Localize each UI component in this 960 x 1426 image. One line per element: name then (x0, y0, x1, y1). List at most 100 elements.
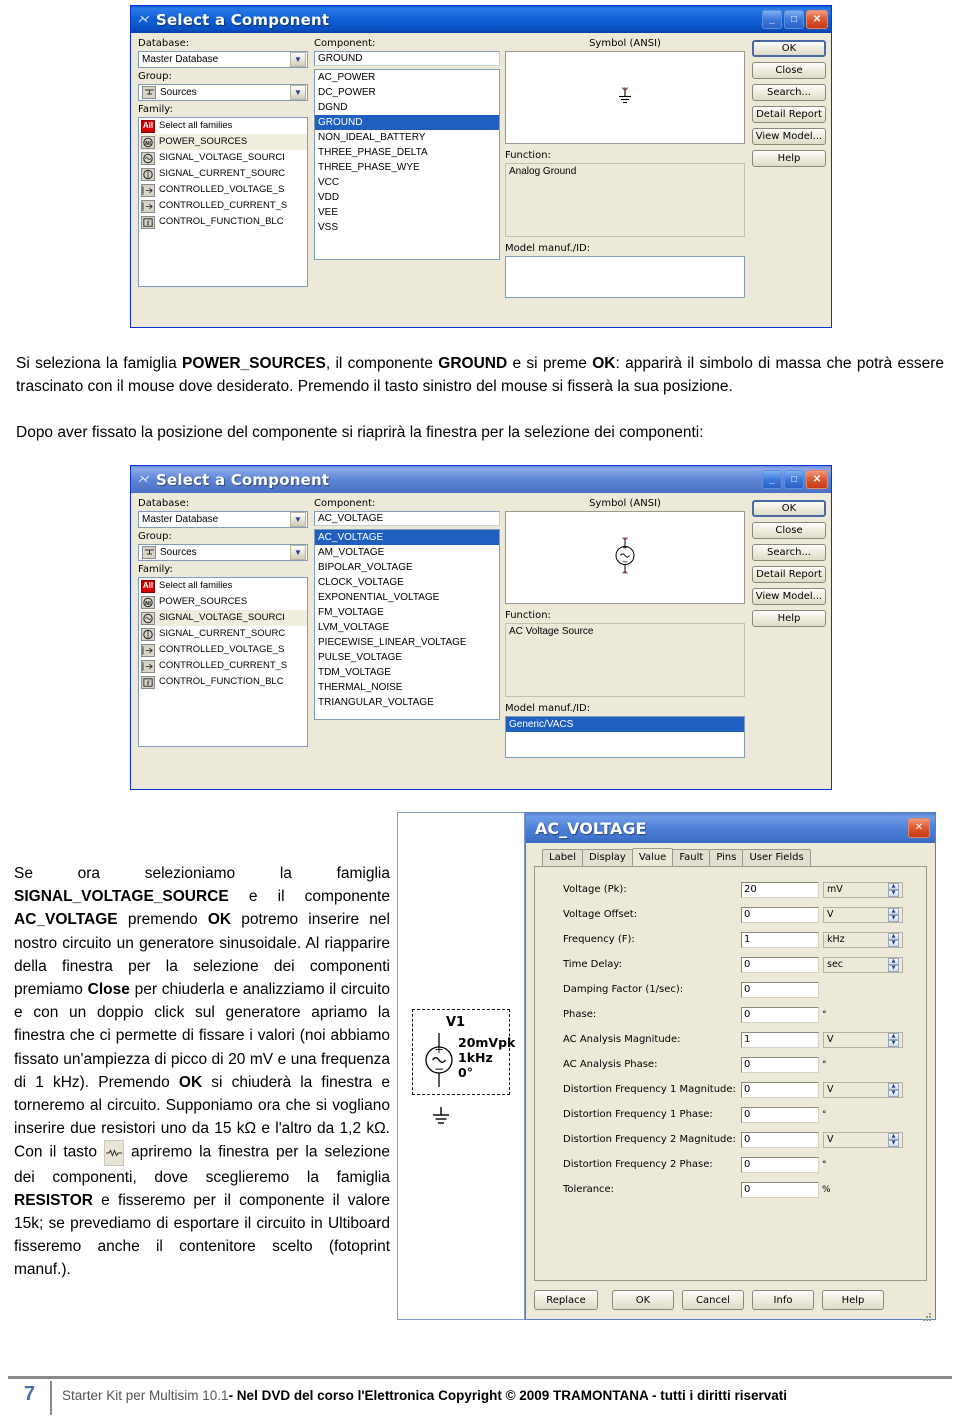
component-item[interactable]: VSS (315, 220, 499, 235)
spinner-control[interactable]: ▲ ▼ (888, 882, 899, 897)
dialog2-buttons[interactable]: OK Close Search... Detail Report View Model.… (752, 500, 826, 632)
family-item[interactable]: f CONTROL_FUNCTION_BLC (139, 214, 307, 230)
replace-button[interactable]: Replace (534, 1290, 598, 1310)
property-input[interactable]: 0 (741, 1181, 819, 1198)
component-item[interactable]: THREE_PHASE_WYE (315, 160, 499, 175)
family-item[interactable]: SIGNAL_VOLTAGE_SOURCI (139, 610, 307, 626)
component-item[interactable]: AC_VOLTAGE (315, 530, 499, 545)
chevron-down-icon[interactable]: ▼ (290, 545, 306, 560)
tab-display[interactable]: Display (581, 849, 633, 866)
chevron-up-icon[interactable]: ▲ (888, 1082, 899, 1090)
group-combo[interactable]: Sources ▼ (138, 544, 308, 561)
chevron-down-icon[interactable]: ▼ (888, 1139, 899, 1147)
chevron-down-icon[interactable]: ▼ (888, 914, 899, 922)
ground-symbol[interactable] (428, 1105, 454, 1132)
component-item[interactable]: VDD (315, 190, 499, 205)
group-combo[interactable]: Sources ▼ (138, 84, 308, 101)
family-item[interactable]: CONTROLLED_VOLTAGE_S (139, 182, 307, 198)
property-input[interactable]: 0 (741, 1156, 819, 1173)
property-input[interactable]: 20 (741, 881, 819, 898)
minimize-icon[interactable]: _ (762, 10, 782, 29)
property-input[interactable]: 0 (741, 1006, 819, 1023)
family-item[interactable]: CONTROLLED_CURRENT_S (139, 658, 307, 674)
chevron-down-icon[interactable]: ▼ (290, 512, 306, 527)
detail-report-button[interactable]: Detail Report (752, 566, 826, 583)
component-item[interactable]: EXPONENTIAL_VOLTAGE (315, 590, 499, 605)
dialog1-window-controls[interactable]: _ □ ✕ (762, 10, 828, 29)
tab-user-fields[interactable]: User Fields (742, 849, 811, 866)
family-item[interactable]: All Select all families (139, 578, 307, 594)
tab-fault[interactable]: Fault (672, 849, 711, 866)
property-unit-select[interactable]: mV ▲ ▼ (823, 881, 903, 898)
close-button[interactable]: Close (752, 522, 826, 539)
property-unit-select[interactable]: V ▲ ▼ (823, 1131, 903, 1148)
dialog1-buttons[interactable]: OK Close Search... Detail Report View Model.… (752, 40, 826, 172)
tab-value[interactable]: Value (631, 848, 674, 866)
chevron-down-icon[interactable]: ▼ (888, 939, 899, 947)
view-model-button[interactable]: View Model... (752, 128, 826, 145)
component-item[interactable]: DC_POWER (315, 85, 499, 100)
spinner-control[interactable]: ▲ ▼ (888, 907, 899, 922)
component-item[interactable]: PIECEWISE_LINEAR_VOLTAGE (315, 635, 499, 650)
dialog1-titlebar[interactable]: Select a Component _ □ ✕ (130, 5, 832, 33)
spinner-control[interactable]: ▲ ▼ (888, 1132, 899, 1147)
property-input[interactable]: 0 (741, 906, 819, 923)
property-input[interactable]: 1 (741, 1031, 819, 1048)
component-item[interactable]: LVM_VOLTAGE (315, 620, 499, 635)
chevron-down-icon[interactable]: ▼ (888, 889, 899, 897)
family-item[interactable]: SIGNAL_CURRENT_SOURC (139, 626, 307, 642)
view-model-button[interactable]: View Model... (752, 588, 826, 605)
spinner-control[interactable]: ▲ ▼ (888, 957, 899, 972)
family-listbox[interactable]: All Select all families NI POWER_SOURCES SIG… (138, 117, 308, 287)
close-icon[interactable]: ✕ (806, 10, 828, 29)
ok-button[interactable]: OK (612, 1290, 674, 1310)
property-unit-select[interactable]: kHz ▲ ▼ (823, 931, 903, 948)
property-input[interactable]: 0 (741, 956, 819, 973)
component-item[interactable]: GROUND (315, 115, 499, 130)
component-item[interactable]: VEE (315, 205, 499, 220)
database-combo[interactable]: Master Database ▼ (138, 51, 308, 68)
family-item[interactable]: SIGNAL_CURRENT_SOURC (139, 166, 307, 182)
info-button[interactable]: Info (752, 1290, 814, 1310)
maximize-icon[interactable]: □ (784, 10, 804, 29)
family-item[interactable]: SIGNAL_VOLTAGE_SOURCI (139, 150, 307, 166)
chevron-up-icon[interactable]: ▲ (888, 907, 899, 915)
model-value[interactable]: Generic/VACS (506, 717, 744, 732)
property-unit-select[interactable]: V ▲ ▼ (823, 1031, 903, 1048)
chevron-up-icon[interactable]: ▲ (888, 882, 899, 890)
family-item[interactable]: All Select all families (139, 118, 307, 134)
close-button[interactable]: Close (752, 62, 826, 79)
dialog2-titlebar[interactable]: Select a Component _ □ ✕ (130, 465, 832, 493)
component-item[interactable]: AM_VOLTAGE (315, 545, 499, 560)
chevron-down-icon[interactable]: ▼ (888, 964, 899, 972)
component-input[interactable]: AC_VOLTAGE (314, 511, 500, 526)
component-item[interactable]: THERMAL_NOISE (315, 680, 499, 695)
property-input[interactable]: 0 (741, 981, 819, 998)
component-listbox[interactable]: AC_VOLTAGE AM_VOLTAGE BIPOLAR_VOLTAGE CLOCK… (314, 529, 500, 720)
tab-pins[interactable]: Pins (709, 849, 744, 866)
chevron-down-icon[interactable]: ▼ (290, 52, 306, 67)
component-item[interactable]: TDM_VOLTAGE (315, 665, 499, 680)
chevron-up-icon[interactable]: ▲ (888, 1032, 899, 1040)
tab-label[interactable]: Label (542, 849, 583, 866)
component-item[interactable]: THREE_PHASE_DELTA (315, 145, 499, 160)
component-item[interactable]: VCC (315, 175, 499, 190)
chevron-up-icon[interactable]: ▲ (888, 932, 899, 940)
prop-footer-buttons[interactable]: Replace OK Cancel Info Help (534, 1289, 927, 1311)
cancel-button[interactable]: Cancel (682, 1290, 744, 1310)
dialog2-window-controls[interactable]: _ □ ✕ (762, 470, 828, 489)
search-button[interactable]: Search... (752, 84, 826, 101)
property-input[interactable]: 0 (741, 1131, 819, 1148)
chevron-up-icon[interactable]: ▲ (888, 957, 899, 965)
family-listbox[interactable]: All Select all families NI POWER_SOURCES SIG… (138, 577, 308, 747)
component-item[interactable]: AC_POWER (315, 70, 499, 85)
spinner-control[interactable]: ▲ ▼ (888, 932, 899, 947)
resize-grip[interactable] (922, 1307, 932, 1321)
component-item[interactable]: PULSE_VOLTAGE (315, 650, 499, 665)
prop-dialog-titlebar[interactable]: AC_VOLTAGE ✕ (526, 813, 935, 843)
component-input[interactable]: GROUND (314, 51, 500, 66)
spinner-control[interactable]: ▲ ▼ (888, 1082, 899, 1097)
component-item[interactable]: CLOCK_VOLTAGE (315, 575, 499, 590)
chevron-down-icon[interactable]: ▼ (888, 1089, 899, 1097)
chevron-down-icon[interactable]: ▼ (888, 1039, 899, 1047)
